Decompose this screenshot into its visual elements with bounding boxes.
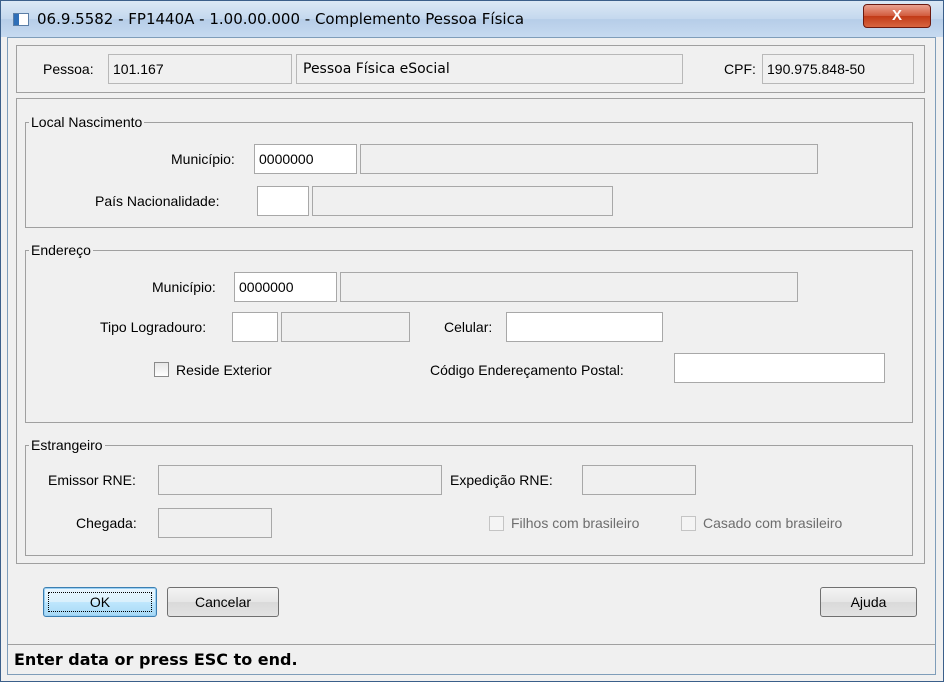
nasc-municipio-label: Município: bbox=[171, 151, 235, 167]
estrangeiro-group: Estrangeiro Emissor RNE: Expedição RNE: … bbox=[25, 436, 913, 556]
status-bar: Enter data or press ESC to end. bbox=[8, 644, 935, 674]
cpf-label: CPF: bbox=[724, 61, 756, 77]
ok-button[interactable]: OK bbox=[43, 587, 157, 617]
status-text: Enter data or press ESC to end. bbox=[14, 650, 298, 669]
emissor-rne-label: Emissor RNE: bbox=[48, 472, 136, 488]
local-nascimento-group: Local Nascimento Município: 0000000 País… bbox=[25, 113, 913, 228]
end-municipio-code-input[interactable]: 0000000 bbox=[234, 272, 337, 302]
app-icon bbox=[13, 13, 29, 26]
celular-label: Celular: bbox=[444, 319, 493, 335]
window-title: 06.9.5582 - FP1440A - 1.00.00.000 - Comp… bbox=[37, 10, 525, 28]
local-nascimento-title: Local Nascimento bbox=[29, 113, 145, 131]
dialog-window: 06.9.5582 - FP1440A - 1.00.00.000 - Comp… bbox=[0, 0, 944, 682]
tipo-logradouro-code-input[interactable] bbox=[232, 312, 278, 342]
chegada-label: Chegada: bbox=[76, 515, 137, 531]
celular-input[interactable] bbox=[506, 312, 663, 342]
endereco-group: Endereço Município: 0000000 Tipo Logrado… bbox=[25, 241, 913, 423]
cep-input[interactable] bbox=[674, 353, 885, 383]
estrangeiro-title: Estrangeiro bbox=[29, 436, 105, 454]
pessoa-label: Pessoa: bbox=[43, 61, 94, 77]
close-button[interactable]: X bbox=[863, 4, 931, 28]
end-municipio-name-field bbox=[340, 272, 798, 302]
cpf-field: 190.975.848-50 bbox=[762, 54, 914, 84]
main-panel: Local Nascimento Município: 0000000 País… bbox=[16, 98, 925, 564]
expedicao-rne-label: Expedição RNE: bbox=[450, 472, 553, 488]
pais-name-field bbox=[312, 186, 613, 216]
expedicao-rne-field bbox=[582, 465, 696, 495]
help-button[interactable]: Ajuda bbox=[820, 587, 917, 617]
pais-code-input[interactable] bbox=[257, 186, 309, 216]
endereco-title: Endereço bbox=[29, 241, 93, 259]
nasc-municipio-code-input[interactable]: 0000000 bbox=[254, 144, 357, 174]
pais-nacionalidade-label: País Nacionalidade: bbox=[95, 193, 220, 209]
cancel-button[interactable]: Cancelar bbox=[167, 587, 279, 617]
nasc-municipio-name-field bbox=[360, 144, 818, 174]
reside-exterior-checkbox[interactable] bbox=[154, 362, 169, 377]
tipo-logradouro-desc-field bbox=[281, 312, 410, 342]
ok-focus-rect bbox=[48, 592, 152, 612]
pessoa-name-field: Pessoa Física eSocial bbox=[296, 54, 683, 84]
reside-exterior-label[interactable]: Reside Exterior bbox=[176, 361, 272, 379]
person-panel: Pessoa: 101.167 Pessoa Física eSocial CP… bbox=[16, 45, 925, 93]
filhos-brasileiro-checkbox[interactable] bbox=[489, 516, 504, 531]
emissor-rne-field bbox=[158, 465, 442, 495]
pessoa-code-field: 101.167 bbox=[108, 54, 292, 84]
casado-brasileiro-checkbox[interactable] bbox=[681, 516, 696, 531]
dialog-body: Pessoa: 101.167 Pessoa Física eSocial CP… bbox=[7, 37, 936, 675]
cep-label: Código Endereçamento Postal: bbox=[430, 362, 624, 378]
casado-brasileiro-label[interactable]: Casado com brasileiro bbox=[703, 514, 842, 532]
chegada-field bbox=[158, 508, 272, 538]
title-bar[interactable]: 06.9.5582 - FP1440A - 1.00.00.000 - Comp… bbox=[1, 1, 943, 37]
end-municipio-label: Município: bbox=[152, 279, 216, 295]
filhos-brasileiro-label[interactable]: Filhos com brasileiro bbox=[511, 514, 639, 532]
tipo-logradouro-label: Tipo Logradouro: bbox=[100, 319, 207, 335]
